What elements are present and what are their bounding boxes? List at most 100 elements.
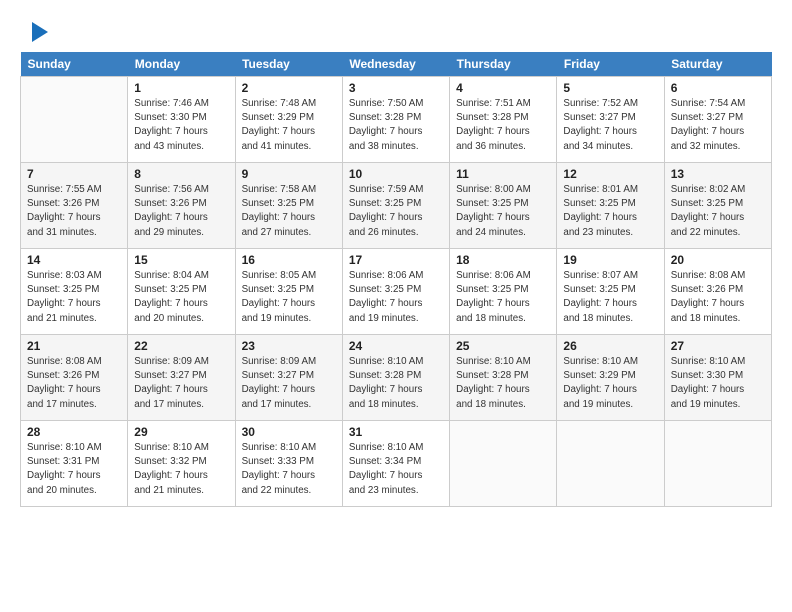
week-row-1: 7 Sunrise: 7:55 AMSunset: 3:26 PMDaylight…	[21, 163, 772, 249]
day-number: 23	[242, 339, 336, 353]
day-number: 27	[671, 339, 765, 353]
day-info: Sunrise: 8:04 AMSunset: 3:25 PMDaylight:…	[134, 269, 228, 326]
day-number: 28	[27, 425, 121, 439]
day-cell: 7 Sunrise: 7:55 AMSunset: 3:26 PMDaylight…	[21, 163, 128, 249]
day-info: Sunrise: 8:10 AMSunset: 3:28 PMDaylight:…	[456, 355, 550, 412]
day-cell: 31Sunrise: 8:10 AMSunset: 3:34 PMDayligh…	[342, 421, 449, 507]
day-cell: 15Sunrise: 8:04 AMSunset: 3:25 PMDayligh…	[128, 249, 235, 335]
day-header-tuesday: Tuesday	[235, 52, 342, 77]
day-cell: 5 Sunrise: 7:52 AMSunset: 3:27 PMDaylight…	[557, 77, 664, 163]
day-header-wednesday: Wednesday	[342, 52, 449, 77]
day-cell: 28 Sunrise: 8:10 AMSunset: 3:31 PMDayligh…	[21, 421, 128, 507]
day-number: 8	[134, 167, 228, 181]
page: SundayMondayTuesdayWednesdayThursdayFrid…	[0, 0, 792, 612]
day-cell: 9Sunrise: 7:58 AMSunset: 3:25 PMDaylight…	[235, 163, 342, 249]
day-number: 19	[563, 253, 657, 267]
day-number: 2	[242, 81, 336, 95]
day-info: Sunrise: 7:52 AMSunset: 3:27 PMDaylight:…	[563, 97, 657, 154]
day-info: Sunrise: 8:06 AMSunset: 3:25 PMDaylight:…	[349, 269, 443, 326]
day-info: Sunrise: 8:09 AMSunset: 3:27 PMDaylight:…	[242, 355, 336, 412]
day-cell: 1 Sunrise: 7:46 AMSunset: 3:30 PMDaylight…	[128, 77, 235, 163]
day-number: 26	[563, 339, 657, 353]
day-info: Sunrise: 8:10 AMSunset: 3:29 PMDaylight:…	[563, 355, 657, 412]
day-cell: 6 Sunrise: 7:54 AMSunset: 3:27 PMDaylight…	[664, 77, 771, 163]
day-number: 4	[456, 81, 550, 95]
day-info: Sunrise: 8:09 AMSunset: 3:27 PMDaylight:…	[134, 355, 228, 412]
day-cell	[21, 77, 128, 163]
day-number: 1	[134, 81, 228, 95]
day-cell: 10Sunrise: 7:59 AMSunset: 3:25 PMDayligh…	[342, 163, 449, 249]
day-info: Sunrise: 7:58 AMSunset: 3:25 PMDaylight:…	[242, 183, 336, 240]
day-cell: 27 Sunrise: 8:10 AMSunset: 3:30 PMDayligh…	[664, 335, 771, 421]
day-number: 11	[456, 167, 550, 181]
day-number: 3	[349, 81, 443, 95]
day-info: Sunrise: 8:06 AMSunset: 3:25 PMDaylight:…	[456, 269, 550, 326]
day-info: Sunrise: 7:56 AMSunset: 3:26 PMDaylight:…	[134, 183, 228, 240]
day-cell: 8 Sunrise: 7:56 AMSunset: 3:26 PMDaylight…	[128, 163, 235, 249]
day-number: 16	[242, 253, 336, 267]
day-info: Sunrise: 8:10 AMSunset: 3:32 PMDaylight:…	[134, 441, 228, 498]
day-cell: 29 Sunrise: 8:10 AMSunset: 3:32 PMDayligh…	[128, 421, 235, 507]
day-cell	[450, 421, 557, 507]
day-cell: 14 Sunrise: 8:03 AMSunset: 3:25 PMDayligh…	[21, 249, 128, 335]
day-number: 25	[456, 339, 550, 353]
day-info: Sunrise: 8:02 AMSunset: 3:25 PMDaylight:…	[671, 183, 765, 240]
day-info: Sunrise: 8:05 AMSunset: 3:25 PMDaylight:…	[242, 269, 336, 326]
day-cell: 17 Sunrise: 8:06 AMSunset: 3:25 PMDayligh…	[342, 249, 449, 335]
day-info: Sunrise: 8:10 AMSunset: 3:28 PMDaylight:…	[349, 355, 443, 412]
day-header-thursday: Thursday	[450, 52, 557, 77]
day-info: Sunrise: 7:51 AMSunset: 3:28 PMDaylight:…	[456, 97, 550, 154]
day-info: Sunrise: 7:48 AMSunset: 3:29 PMDaylight:…	[242, 97, 336, 154]
week-row-0: 1 Sunrise: 7:46 AMSunset: 3:30 PMDaylight…	[21, 77, 772, 163]
day-cell	[557, 421, 664, 507]
day-cell: 16 Sunrise: 8:05 AMSunset: 3:25 PMDayligh…	[235, 249, 342, 335]
day-cell: 20 Sunrise: 8:08 AMSunset: 3:26 PMDayligh…	[664, 249, 771, 335]
day-info: Sunrise: 8:10 AMSunset: 3:34 PMDaylight:…	[349, 441, 443, 498]
calendar-table: SundayMondayTuesdayWednesdayThursdayFrid…	[20, 52, 772, 507]
day-info: Sunrise: 8:03 AMSunset: 3:25 PMDaylight:…	[27, 269, 121, 326]
day-number: 14	[27, 253, 121, 267]
day-info: Sunrise: 7:46 AMSunset: 3:30 PMDaylight:…	[134, 97, 228, 154]
day-number: 12	[563, 167, 657, 181]
day-info: Sunrise: 8:10 AMSunset: 3:30 PMDaylight:…	[671, 355, 765, 412]
day-cell: 30 Sunrise: 8:10 AMSunset: 3:33 PMDayligh…	[235, 421, 342, 507]
day-number: 6	[671, 81, 765, 95]
day-info: Sunrise: 8:10 AMSunset: 3:33 PMDaylight:…	[242, 441, 336, 498]
day-info: Sunrise: 7:59 AMSunset: 3:25 PMDaylight:…	[349, 183, 443, 240]
day-number: 5	[563, 81, 657, 95]
day-info: Sunrise: 7:55 AMSunset: 3:26 PMDaylight:…	[27, 183, 121, 240]
day-info: Sunrise: 8:08 AMSunset: 3:26 PMDaylight:…	[671, 269, 765, 326]
day-cell: 22 Sunrise: 8:09 AMSunset: 3:27 PMDayligh…	[128, 335, 235, 421]
logo	[20, 18, 52, 46]
day-number: 17	[349, 253, 443, 267]
header	[20, 18, 772, 46]
day-cell: 4 Sunrise: 7:51 AMSunset: 3:28 PMDaylight…	[450, 77, 557, 163]
day-info: Sunrise: 7:50 AMSunset: 3:28 PMDaylight:…	[349, 97, 443, 154]
day-cell: 24Sunrise: 8:10 AMSunset: 3:28 PMDayligh…	[342, 335, 449, 421]
day-number: 13	[671, 167, 765, 181]
day-header-friday: Friday	[557, 52, 664, 77]
day-cell: 23 Sunrise: 8:09 AMSunset: 3:27 PMDayligh…	[235, 335, 342, 421]
day-info: Sunrise: 8:00 AMSunset: 3:25 PMDaylight:…	[456, 183, 550, 240]
day-number: 30	[242, 425, 336, 439]
day-cell: 2 Sunrise: 7:48 AMSunset: 3:29 PMDaylight…	[235, 77, 342, 163]
day-info: Sunrise: 8:01 AMSunset: 3:25 PMDaylight:…	[563, 183, 657, 240]
day-header-saturday: Saturday	[664, 52, 771, 77]
day-number: 29	[134, 425, 228, 439]
day-number: 22	[134, 339, 228, 353]
week-row-2: 14 Sunrise: 8:03 AMSunset: 3:25 PMDayligh…	[21, 249, 772, 335]
day-header-monday: Monday	[128, 52, 235, 77]
day-cell: 25 Sunrise: 8:10 AMSunset: 3:28 PMDayligh…	[450, 335, 557, 421]
day-info: Sunrise: 8:10 AMSunset: 3:31 PMDaylight:…	[27, 441, 121, 498]
week-row-4: 28 Sunrise: 8:10 AMSunset: 3:31 PMDayligh…	[21, 421, 772, 507]
day-cell	[664, 421, 771, 507]
header-row: SundayMondayTuesdayWednesdayThursdayFrid…	[21, 52, 772, 77]
day-number: 7	[27, 167, 121, 181]
day-cell: 19Sunrise: 8:07 AMSunset: 3:25 PMDayligh…	[557, 249, 664, 335]
day-info: Sunrise: 7:54 AMSunset: 3:27 PMDaylight:…	[671, 97, 765, 154]
day-cell: 21Sunrise: 8:08 AMSunset: 3:26 PMDayligh…	[21, 335, 128, 421]
day-cell: 13 Sunrise: 8:02 AMSunset: 3:25 PMDayligh…	[664, 163, 771, 249]
day-cell: 26 Sunrise: 8:10 AMSunset: 3:29 PMDayligh…	[557, 335, 664, 421]
day-cell: 11 Sunrise: 8:00 AMSunset: 3:25 PMDayligh…	[450, 163, 557, 249]
day-number: 20	[671, 253, 765, 267]
